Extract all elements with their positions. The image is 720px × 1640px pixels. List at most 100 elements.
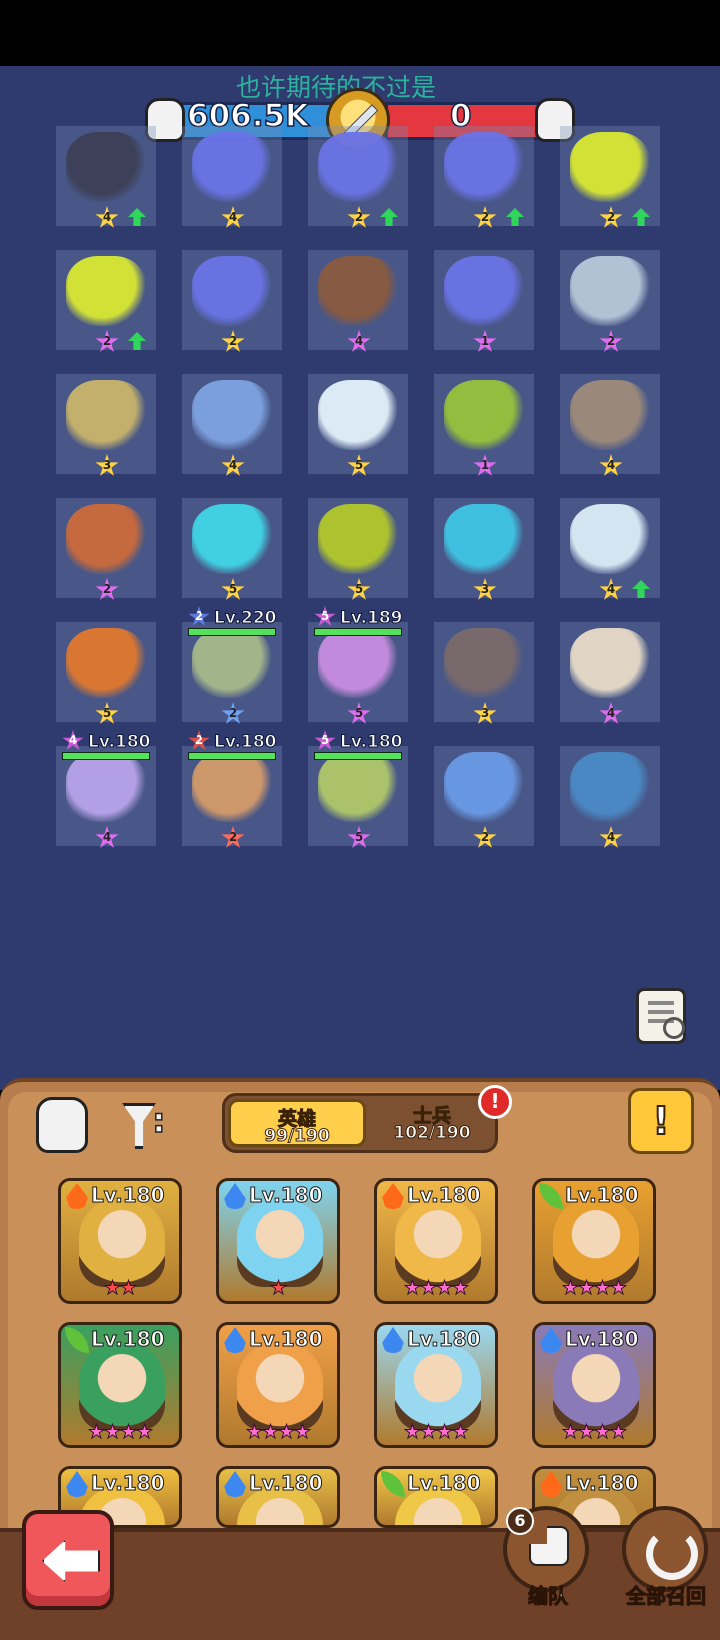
unit-sprite bbox=[66, 504, 146, 574]
grid-tile[interactable]: 5 bbox=[182, 498, 282, 600]
grid-tile[interactable]: 4 bbox=[560, 374, 660, 476]
star-badge: 5 bbox=[95, 702, 119, 724]
star-badge: 5 bbox=[347, 454, 371, 476]
star-count: 5 bbox=[102, 706, 112, 720]
hero-hp-bar bbox=[314, 628, 402, 636]
unit-sprite bbox=[570, 504, 650, 574]
hero-card[interactable]: Lv.180 ★★★★ bbox=[216, 1322, 340, 1448]
star-count: 4 bbox=[228, 458, 238, 472]
star-count: 4 bbox=[606, 582, 616, 596]
star-count: 2 bbox=[480, 210, 490, 224]
star-badge: 2 bbox=[599, 330, 623, 352]
grid-tile[interactable]: 2 bbox=[56, 250, 156, 352]
star-count: 4 bbox=[228, 210, 238, 224]
nature-element-icon bbox=[539, 1183, 563, 1209]
star-count: 2 bbox=[354, 210, 364, 224]
grid-tile[interactable]: 4 bbox=[182, 126, 282, 228]
grid-tile[interactable]: 5 bbox=[56, 622, 156, 724]
team-button-label: 编队 bbox=[528, 1584, 569, 1609]
star-count: 1 bbox=[480, 334, 490, 348]
battle-report-button[interactable] bbox=[636, 988, 686, 1044]
unit-sprite bbox=[318, 256, 398, 326]
hero-card[interactable]: Lv.180 ★★★★ bbox=[532, 1322, 656, 1448]
star-count: 4 bbox=[606, 706, 616, 720]
star-count: 2 bbox=[480, 830, 490, 844]
water-element-icon bbox=[540, 1327, 562, 1353]
grid-tile[interactable]: 2 bbox=[182, 622, 282, 724]
grid-tile[interactable]: 2 bbox=[560, 126, 660, 228]
grid-tile[interactable]: 4 bbox=[560, 622, 660, 724]
fire-element-icon bbox=[540, 1471, 562, 1497]
star-count: 4 bbox=[102, 830, 112, 844]
hero-card[interactable]: Lv.180 bbox=[216, 1466, 340, 1528]
hero-card-stars: ★★★★ bbox=[561, 1421, 627, 1444]
hero-card[interactable]: Lv.180 ★★ bbox=[58, 1178, 182, 1304]
grid-tile[interactable]: 2 bbox=[308, 126, 408, 228]
grid-tile[interactable]: 4 bbox=[182, 374, 282, 476]
star-count: 4 bbox=[606, 830, 616, 844]
tab-soldiers[interactable]: 士兵 102/190 bbox=[369, 1099, 495, 1147]
grid-tile[interactable]: 2 bbox=[560, 250, 660, 352]
grid-tile[interactable]: 2 bbox=[182, 746, 282, 848]
star-badge: 5 bbox=[347, 702, 371, 724]
unit-sprite bbox=[570, 132, 650, 202]
star-badge: 3 bbox=[473, 702, 497, 724]
grid-tile[interactable]: 2 bbox=[434, 126, 534, 228]
hero-card[interactable]: Lv.180 ★★★★ bbox=[374, 1178, 498, 1304]
star-badge: 1 bbox=[473, 454, 497, 476]
grid-tile[interactable]: 2 bbox=[56, 498, 156, 600]
hero-star-count: 4 bbox=[68, 733, 78, 747]
hero-hp-bar bbox=[188, 752, 276, 760]
grid-tile[interactable]: 5 bbox=[308, 622, 408, 724]
fist-icon[interactable] bbox=[36, 1097, 88, 1153]
hero-card[interactable]: Lv.180 ★ bbox=[216, 1178, 340, 1304]
star-badge: 2 bbox=[473, 826, 497, 848]
grid-tile[interactable]: 2 bbox=[434, 746, 534, 848]
star-badge: 5 bbox=[347, 578, 371, 600]
hero-card-level: Lv.180 bbox=[407, 1183, 481, 1208]
star-badge: 4 bbox=[221, 206, 245, 228]
star-count: 2 bbox=[606, 210, 616, 224]
star-badge: 4 bbox=[95, 826, 119, 848]
star-badge: 3 bbox=[473, 578, 497, 600]
hero-card[interactable]: Lv.180 ★★★★ bbox=[374, 1322, 498, 1448]
unit-sprite bbox=[192, 132, 272, 202]
grid-tile[interactable]: 3 bbox=[434, 622, 534, 724]
hero-card[interactable]: Lv.180 ★★★★ bbox=[532, 1178, 656, 1304]
grid-tile[interactable]: 5 bbox=[308, 746, 408, 848]
grid-tile[interactable]: 1 bbox=[434, 374, 534, 476]
star-count: 5 bbox=[228, 582, 238, 596]
grid-tile[interactable]: 4 bbox=[560, 746, 660, 848]
hero-portrait bbox=[79, 1343, 165, 1431]
grid-tile[interactable]: 4 bbox=[308, 250, 408, 352]
grid-tile[interactable]: 1 bbox=[434, 250, 534, 352]
tab-heroes[interactable]: 英雄 99/190 bbox=[228, 1099, 366, 1147]
grid-tile[interactable]: 3 bbox=[56, 374, 156, 476]
info-button[interactable]: ! bbox=[628, 1088, 694, 1154]
grid-tile[interactable]: 4 bbox=[56, 746, 156, 848]
unit-sprite bbox=[318, 504, 398, 574]
unit-sprite bbox=[570, 380, 650, 450]
unit-sprite bbox=[444, 380, 524, 450]
hero-card[interactable]: Lv.180 bbox=[374, 1466, 498, 1528]
filter-icon[interactable] bbox=[118, 1097, 170, 1153]
unit-sprite bbox=[192, 752, 272, 822]
unit-sprite bbox=[570, 752, 650, 822]
back-button[interactable] bbox=[22, 1510, 114, 1610]
grid-tile[interactable]: 2 bbox=[182, 250, 282, 352]
upgrade-arrow-icon bbox=[128, 332, 146, 350]
unit-sprite bbox=[444, 132, 524, 202]
hero-card-stars: ★★★★ bbox=[561, 1277, 627, 1300]
hero-card[interactable]: Lv.180 ★★★★ bbox=[58, 1322, 182, 1448]
team-count-badge: 6 bbox=[506, 1507, 534, 1535]
grid-tile[interactable]: 4 bbox=[56, 126, 156, 228]
grid-tile[interactable]: 4 bbox=[560, 498, 660, 600]
hero-card-stars: ★★★★ bbox=[245, 1421, 311, 1444]
grid-tile[interactable]: 5 bbox=[308, 374, 408, 476]
star-count: 3 bbox=[102, 458, 112, 472]
star-count: 5 bbox=[354, 458, 364, 472]
grid-tile[interactable]: 3 bbox=[434, 498, 534, 600]
grid-tile[interactable]: 5 bbox=[308, 498, 408, 600]
unit-sprite bbox=[192, 256, 272, 326]
hero-card-level: Lv.180 bbox=[91, 1327, 165, 1352]
